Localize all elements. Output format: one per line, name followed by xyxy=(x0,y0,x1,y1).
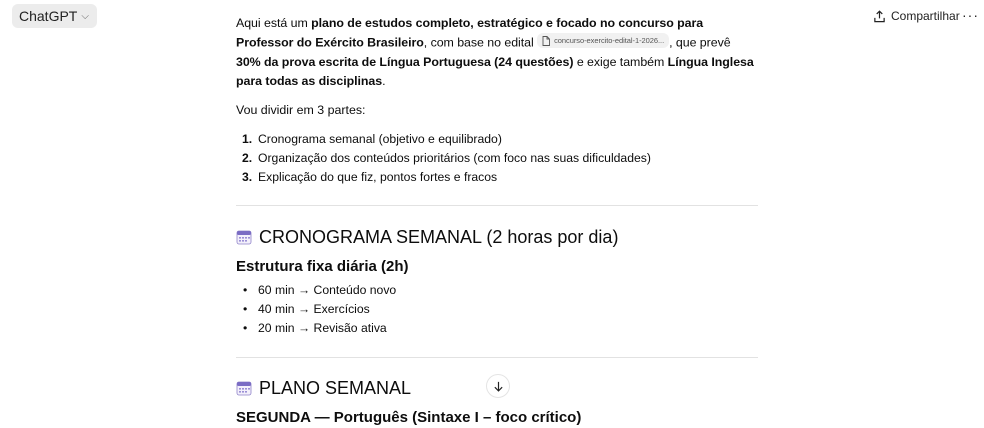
list-item: • 20 min → Revisão ativa xyxy=(236,319,758,338)
share-icon xyxy=(874,9,885,22)
calendar-icon xyxy=(236,381,252,395)
list-number: 1. xyxy=(242,131,253,146)
intro-text-5: . xyxy=(382,73,386,88)
intro-text-4: e exige também xyxy=(573,54,668,69)
divider xyxy=(236,356,758,358)
list-text: 40 min → Exercícios xyxy=(258,301,370,316)
list-item: 2. Organização dos conteúdos prioritários… xyxy=(236,149,758,168)
list-text: Cronograma semanal (objetivo e equilibra… xyxy=(258,131,502,146)
list-item: 1. Cronograma semanal (objetivo e equilib… xyxy=(236,130,758,149)
section-title: PLANO SEMANAL xyxy=(259,377,412,398)
subheading-segunda: SEGUNDA — Português (Sintaxe I – foco cr… xyxy=(236,408,582,426)
list-item: 3. Explicação do que fiz, pontos fortes e… xyxy=(236,168,758,187)
list-item: • 60 min → Conteúdo novo xyxy=(236,281,758,300)
share-label: Compartilhar xyxy=(891,9,960,23)
section-title: CRONOGRAMA SEMANAL (2 horas por dia) xyxy=(259,226,619,247)
calendar-icon xyxy=(236,230,252,244)
list-text: 20 min → Revisão ativa xyxy=(258,320,387,335)
section-heading-cronograma: CRONOGRAMA SEMANAL (2 horas por dia) xyxy=(236,226,758,248)
file-attachment-chip[interactable]: concurso-exercito-edital-1-2026... xyxy=(537,33,670,48)
share-button[interactable]: Compartilhar xyxy=(873,9,960,23)
intro-text-3: , que prevê xyxy=(669,35,731,50)
file-name: concurso-exercito-edital-1-2026... xyxy=(554,36,665,45)
bullet: • xyxy=(243,282,248,297)
list-text: Organização dos conteúdos prioritários (… xyxy=(258,150,651,165)
list-number: 2. xyxy=(242,150,253,165)
model-label: ChatGPT xyxy=(19,8,78,24)
scroll-to-bottom-button[interactable] xyxy=(486,374,510,398)
bullet: • xyxy=(243,320,248,335)
more-options-button[interactable]: ··· xyxy=(962,7,979,23)
bullet: • xyxy=(243,301,248,316)
list-text: 60 min → Conteúdo novo xyxy=(258,282,397,297)
file-icon xyxy=(542,35,551,46)
divide-paragraph: Vou dividir em 3 partes: xyxy=(236,102,366,117)
schedule-list: • 60 min → Conteúdo novo • 40 min → Exercí… xyxy=(236,281,758,338)
divider xyxy=(236,204,758,206)
list-number: 3. xyxy=(242,169,253,184)
list-text: Explicação do que fiz, pontos fortes e f… xyxy=(258,169,498,184)
subheading-estrutura: Estrutura fixa diária (2h) xyxy=(236,257,409,275)
intro-paragraph: Aqui está um plano de estudos completo, … xyxy=(236,14,758,91)
chevron-down-icon: ⌵ xyxy=(81,11,89,22)
parts-list: 1. Cronograma semanal (objetivo e equilib… xyxy=(236,130,758,187)
list-item: • 40 min → Exercícios xyxy=(236,300,758,319)
assistant-message: Aqui está um plano de estudos completo, … xyxy=(236,14,758,428)
arrow-down-icon xyxy=(493,381,503,392)
intro-bold-2: 30% da prova escrita de Língua Portugues… xyxy=(236,54,574,69)
intro-text-2: , com base no edital xyxy=(423,35,538,50)
intro-text-1: Aqui está um xyxy=(236,16,312,30)
model-selector[interactable]: ChatGPT ⌵ xyxy=(12,4,97,28)
